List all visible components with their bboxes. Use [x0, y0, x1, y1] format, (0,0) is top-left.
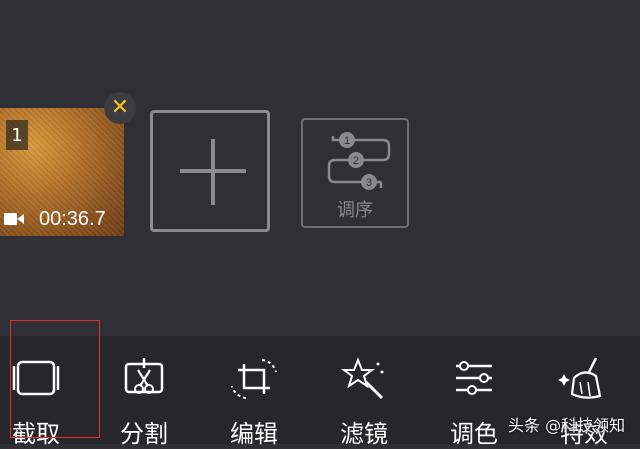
reorder-step-3: 3 — [366, 177, 372, 189]
crop-rotate-icon — [231, 359, 277, 399]
reorder-icon: 1 2 3 — [327, 132, 391, 190]
highlight-frame — [10, 320, 100, 438]
sliders-icon — [456, 361, 492, 395]
tool-color[interactable]: 调色 — [434, 348, 514, 448]
watermark: 头条 @科技领知 — [508, 416, 626, 435]
split-scissors-icon — [124, 358, 164, 394]
tool-filter[interactable]: 滤镜 — [324, 348, 404, 448]
broom-sparkle-icon — [558, 357, 602, 399]
close-icon[interactable]: ✕ — [104, 92, 136, 124]
reorder-button[interactable]: 1 2 3 调序 — [301, 118, 409, 228]
tool-edit[interactable]: 编辑 — [214, 348, 294, 448]
tool-split[interactable]: 分割 — [104, 348, 184, 448]
add-clip-button[interactable] — [150, 110, 270, 232]
video-camera-icon — [4, 213, 24, 225]
reorder-step-2: 2 — [353, 155, 359, 167]
reorder-step-1: 1 — [344, 135, 350, 147]
clip-duration: 00:36.7 — [39, 208, 106, 230]
reorder-label: 调序 — [337, 200, 373, 221]
clip-index-badge: 1 — [6, 120, 28, 150]
magic-wand-icon — [341, 357, 384, 400]
